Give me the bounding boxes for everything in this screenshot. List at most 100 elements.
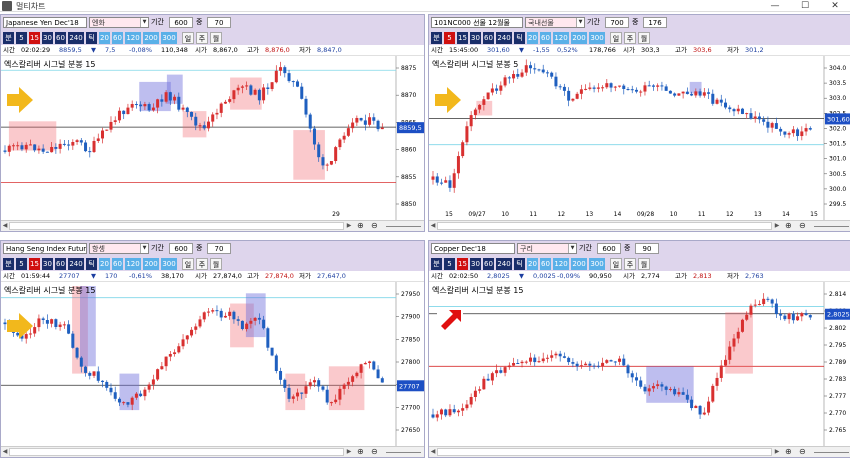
tab-wol[interactable]: 월 xyxy=(210,258,222,270)
tab-bun[interactable]: 분 xyxy=(431,258,442,270)
tab-ju[interactable]: 주 xyxy=(196,258,208,270)
tab-wol[interactable]: 월 xyxy=(210,32,222,44)
tab-long-120[interactable]: 120 xyxy=(553,258,569,270)
tab-tik[interactable]: 틱 xyxy=(86,258,97,270)
tab-interval-30[interactable]: 30 xyxy=(470,258,481,270)
scroll-right-icon[interactable]: ▶ xyxy=(345,447,353,457)
zoom-out-icon[interactable]: ⊖ xyxy=(799,221,806,231)
tab-il[interactable]: 일 xyxy=(182,258,194,270)
market-select[interactable]: 국내선물 ▼ xyxy=(525,17,585,28)
tab-long-200[interactable]: 200 xyxy=(571,258,587,270)
period-input[interactable]: 600 xyxy=(169,17,193,28)
scroll-right-icon[interactable]: ▶ xyxy=(773,221,781,231)
symbol-input[interactable]: Copper Dec'18 xyxy=(431,243,515,254)
chevron-down-icon[interactable]: ▼ xyxy=(140,18,148,27)
tab-long-200[interactable]: 200 xyxy=(571,32,587,44)
zoom-in-icon[interactable]: ⊕ xyxy=(357,221,364,231)
zoom-slider[interactable] xyxy=(814,226,849,227)
tab-interval-5[interactable]: 5 xyxy=(16,258,27,270)
scroll-right-icon[interactable]: ▶ xyxy=(345,221,353,231)
symbol-input[interactable]: Hang Seng Index Futures xyxy=(3,243,87,254)
tab-ju[interactable]: 주 xyxy=(624,258,636,270)
candlestick-chart[interactable]: 2795027900278502780027750277002765027707 xyxy=(1,282,425,446)
zoom-out-icon[interactable]: ⊖ xyxy=(799,447,806,457)
tab-interval-240[interactable]: 240 xyxy=(68,32,84,44)
tab-bun[interactable]: 분 xyxy=(3,258,14,270)
mid-input[interactable]: 176 xyxy=(643,17,667,28)
tab-long-120[interactable]: 120 xyxy=(125,258,141,270)
horizontal-scrollbar[interactable]: ◀ ▶ ⊕ ⊖ xyxy=(1,446,424,457)
tab-bun[interactable]: 분 xyxy=(431,32,442,44)
zoom-slider[interactable] xyxy=(814,452,849,453)
candlestick-chart[interactable]: 304.0303.5303.0302.5302.0301.5301.0300.5… xyxy=(429,56,850,220)
tab-long-300[interactable]: 300 xyxy=(589,32,605,44)
tab-long-120[interactable]: 120 xyxy=(125,32,141,44)
tab-interval-30[interactable]: 30 xyxy=(42,32,53,44)
scroll-track[interactable] xyxy=(9,222,344,230)
tab-interval-15[interactable]: 15 xyxy=(29,258,40,270)
zoom-slider[interactable] xyxy=(386,226,421,227)
candlestick-chart[interactable]: 2.8142.8082.8022.7952.7892.7832.7772.770… xyxy=(429,282,850,446)
tab-il[interactable]: 일 xyxy=(610,258,622,270)
zoom-slider[interactable] xyxy=(386,452,421,453)
scroll-left-icon[interactable]: ◀ xyxy=(1,221,9,231)
tab-wol[interactable]: 월 xyxy=(638,258,650,270)
tab-interval-30[interactable]: 30 xyxy=(42,258,53,270)
tab-long-20[interactable]: 20 xyxy=(527,32,538,44)
tab-interval-60[interactable]: 60 xyxy=(483,32,494,44)
chevron-down-icon[interactable]: ▼ xyxy=(568,244,576,253)
tab-tik[interactable]: 틱 xyxy=(514,32,525,44)
tab-long-300[interactable]: 300 xyxy=(161,32,177,44)
zoom-out-icon[interactable]: ⊖ xyxy=(371,447,378,457)
mid-input[interactable]: 70 xyxy=(207,243,231,254)
tab-interval-60[interactable]: 60 xyxy=(55,32,66,44)
zoom-in-icon[interactable]: ⊕ xyxy=(785,447,792,457)
tab-tik[interactable]: 틱 xyxy=(514,258,525,270)
period-input[interactable]: 700 xyxy=(605,17,629,28)
horizontal-scrollbar[interactable]: ◀ ▶ ⊕ ⊖ xyxy=(429,446,850,457)
scroll-left-icon[interactable]: ◀ xyxy=(429,447,437,457)
scroll-track[interactable] xyxy=(437,448,772,456)
tab-wol[interactable]: 월 xyxy=(638,32,650,44)
tab-interval-60[interactable]: 60 xyxy=(55,258,66,270)
zoom-in-icon[interactable]: ⊕ xyxy=(785,221,792,231)
tab-long-60[interactable]: 60 xyxy=(540,32,551,44)
period-input[interactable]: 600 xyxy=(597,243,621,254)
tab-long-20[interactable]: 20 xyxy=(99,32,110,44)
tab-interval-15[interactable]: 15 xyxy=(457,32,468,44)
symbol-input[interactable]: 101NC000 선물 12월물 xyxy=(431,17,523,28)
market-select[interactable]: 엔화 ▼ xyxy=(89,17,149,28)
tab-interval-240[interactable]: 240 xyxy=(496,32,512,44)
tab-ju[interactable]: 주 xyxy=(196,32,208,44)
market-select[interactable]: 구리 ▼ xyxy=(517,243,577,254)
scroll-left-icon[interactable]: ◀ xyxy=(1,447,9,457)
mid-input[interactable]: 90 xyxy=(635,243,659,254)
scroll-track[interactable] xyxy=(437,222,772,230)
tab-tik[interactable]: 틱 xyxy=(86,32,97,44)
tab-interval-30[interactable]: 30 xyxy=(470,32,481,44)
tab-long-60[interactable]: 60 xyxy=(540,258,551,270)
maximize-button[interactable]: ☐ xyxy=(790,0,820,12)
minimize-button[interactable]: — xyxy=(760,0,790,12)
zoom-out-icon[interactable]: ⊖ xyxy=(371,221,378,231)
chevron-down-icon[interactable]: ▼ xyxy=(576,18,584,27)
scroll-right-icon[interactable]: ▶ xyxy=(773,447,781,457)
zoom-in-icon[interactable]: ⊕ xyxy=(357,447,364,457)
tab-interval-15[interactable]: 15 xyxy=(29,32,40,44)
tab-long-300[interactable]: 300 xyxy=(161,258,177,270)
horizontal-scrollbar[interactable]: ◀ ▶ ⊕ ⊖ xyxy=(1,220,424,231)
tab-long-60[interactable]: 60 xyxy=(112,258,123,270)
tab-long-60[interactable]: 60 xyxy=(112,32,123,44)
tab-long-200[interactable]: 200 xyxy=(143,32,159,44)
tab-interval-5[interactable]: 5 xyxy=(16,32,27,44)
chevron-down-icon[interactable]: ▼ xyxy=(140,244,148,253)
tab-long-20[interactable]: 20 xyxy=(527,258,538,270)
symbol-input[interactable]: Japanese Yen Dec'18 xyxy=(3,17,87,28)
tab-long-120[interactable]: 120 xyxy=(553,32,569,44)
tab-interval-5[interactable]: 5 xyxy=(444,258,455,270)
scroll-left-icon[interactable]: ◀ xyxy=(429,221,437,231)
scroll-track[interactable] xyxy=(9,448,344,456)
horizontal-scrollbar[interactable]: ◀ ▶ ⊕ ⊖ xyxy=(429,220,850,231)
tab-interval-15[interactable]: 15 xyxy=(457,258,468,270)
tab-long-20[interactable]: 20 xyxy=(99,258,110,270)
